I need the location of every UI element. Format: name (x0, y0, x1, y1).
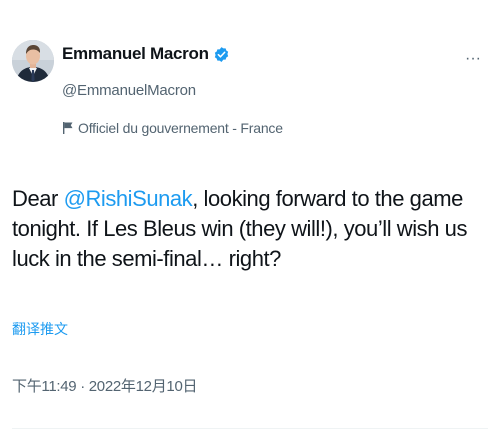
avatar[interactable] (12, 40, 54, 82)
author-display-name[interactable]: Emmanuel Macron (62, 44, 209, 64)
divider (12, 428, 488, 429)
tweet-text: Dear @RishiSunak, looking forward to the… (12, 184, 492, 274)
government-affiliation-label: Officiel du gouvernement - France (62, 120, 283, 136)
avatar-image (12, 40, 54, 82)
more-options-button[interactable]: ··· (462, 50, 484, 67)
translate-tweet-link[interactable]: 翻译推文 (12, 319, 68, 339)
author-handle[interactable]: @EmmanuelMacron (62, 82, 196, 99)
mention-link[interactable]: @RishiSunak (64, 186, 193, 211)
tweet-timestamp[interactable]: 下午11:49 · 2022年12月10日 (12, 375, 198, 396)
tweet-card: Emmanuel Macron @EmmanuelMacron ··· Offi… (0, 0, 500, 440)
more-options-icon: ··· (465, 50, 481, 67)
affiliation-text: Officiel du gouvernement - France (78, 120, 283, 136)
author-name-row: Emmanuel Macron (62, 44, 230, 64)
verified-badge-icon (213, 46, 230, 63)
tweet-text-start: Dear (12, 186, 64, 211)
flag-icon (62, 121, 74, 135)
